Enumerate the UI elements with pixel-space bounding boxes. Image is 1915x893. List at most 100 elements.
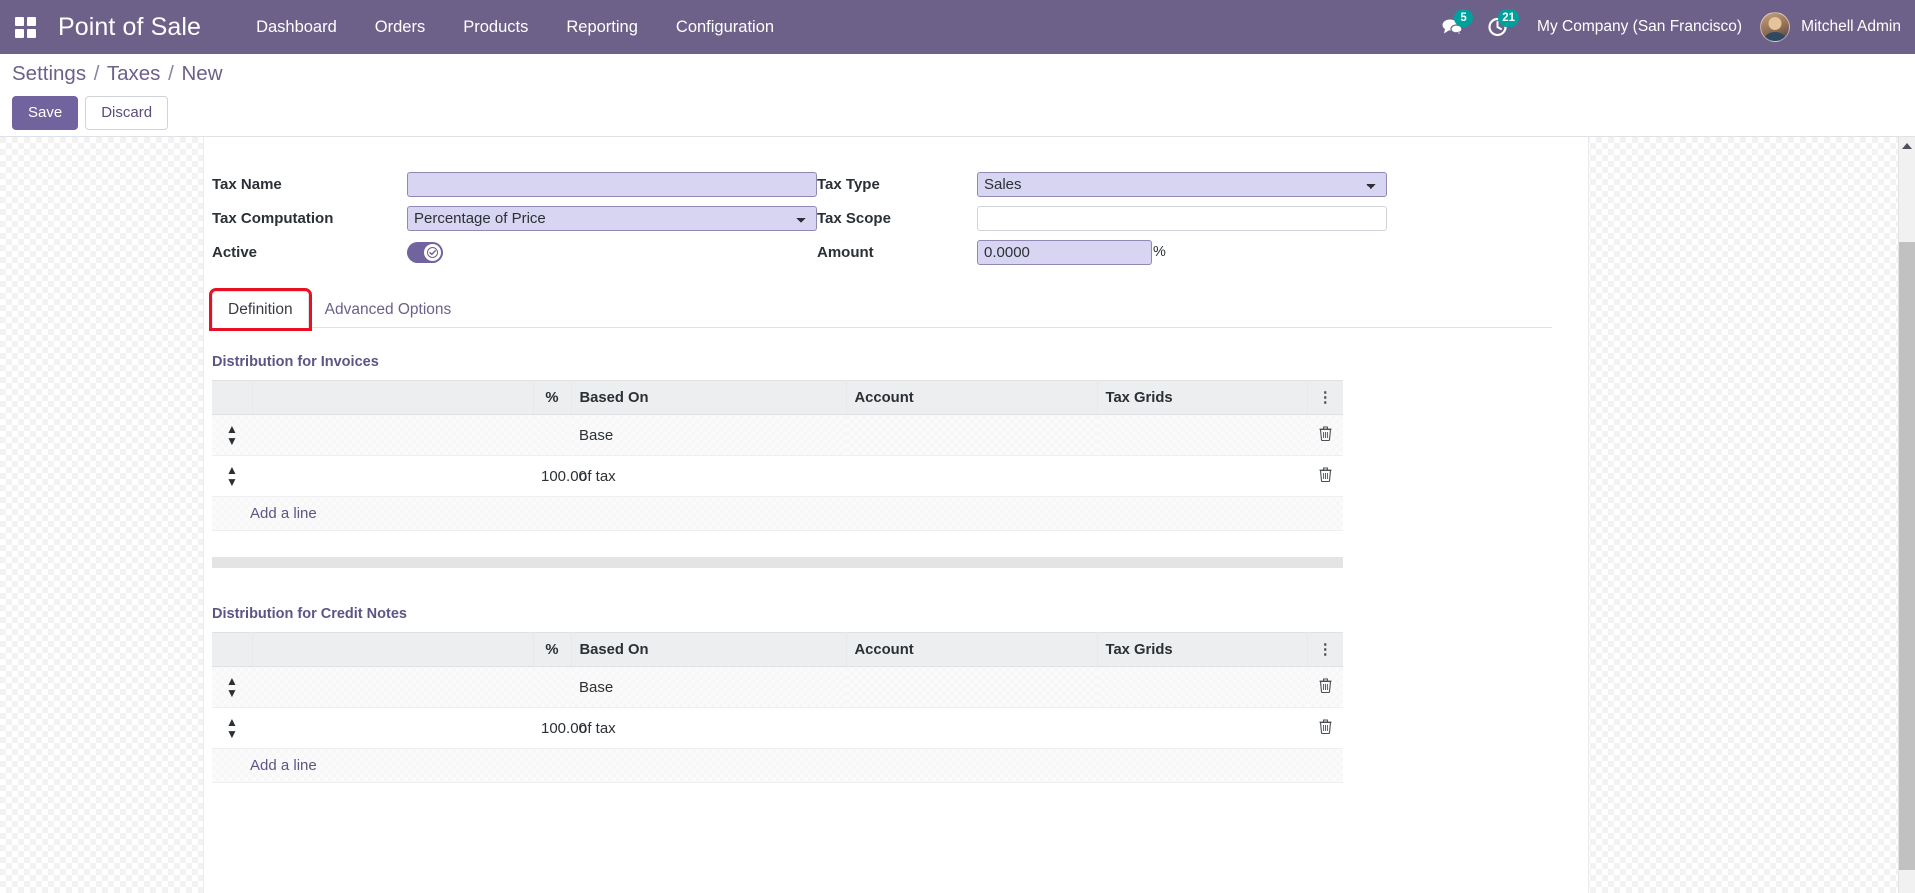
breadcrumb-item-taxes[interactable]: Taxes [107, 62, 161, 85]
table-row[interactable]: ▲ ▼ Base [212, 414, 1343, 456]
breadcrumb-item-new: New [181, 62, 223, 85]
table-row[interactable]: ▲ ▼ 100.00 of tax [212, 455, 1343, 497]
field-tax-scope [977, 201, 1387, 235]
cell-account[interactable] [846, 455, 1097, 497]
cell-blank [252, 707, 533, 749]
scroll-up-button[interactable] [1899, 137, 1915, 154]
field-tax-type: Sales [977, 167, 1387, 201]
tax-scope-select[interactable] [977, 205, 1387, 231]
activities-badge-count: 21 [1498, 9, 1520, 27]
col-tax-grids[interactable]: Tax Grids [1097, 632, 1308, 667]
breadcrumb-item-settings[interactable]: Settings [12, 62, 86, 85]
drag-handle-icon[interactable]: ▲ ▼ [212, 414, 252, 456]
nav-menu-products[interactable]: Products [444, 10, 547, 45]
cell-based-on[interactable]: of tax [571, 455, 846, 497]
active-toggle[interactable] [407, 241, 443, 263]
drag-handle-icon[interactable]: ▲ ▼ [212, 666, 252, 708]
label-tax-type: Tax Type [817, 175, 880, 193]
tab-definition[interactable]: Definition [209, 288, 312, 331]
col-percent[interactable]: % [533, 380, 572, 415]
cell-percent[interactable] [533, 666, 571, 708]
tax-computation-select[interactable]: Percentage of Price [407, 205, 817, 231]
credit-notes-section-title: Distribution for Credit Notes [212, 606, 407, 622]
discard-button[interactable]: Discard [85, 96, 169, 130]
notebook-tab-headers: Definition Advanced Options [209, 288, 1552, 331]
col-based-on[interactable]: Based On [571, 380, 847, 415]
messages-button[interactable]: 5 [1429, 7, 1475, 47]
company-switcher[interactable]: My Company (San Francisco) [1537, 18, 1742, 36]
cell-tax-grids[interactable] [1097, 455, 1307, 497]
tax-type-select[interactable]: Sales [977, 171, 1387, 197]
label-tax-scope: Tax Scope [817, 209, 891, 227]
drag-handle-icon[interactable]: ▲ ▼ [212, 455, 252, 497]
add-line-row[interactable]: Add a line [212, 496, 1343, 531]
cell-based-on[interactable]: Base [571, 414, 846, 456]
navbar-right-group: 5 21 My Company (San Francisco) Mitchell… [1429, 7, 1901, 47]
scrollbar-thumb[interactable] [1899, 242, 1915, 870]
drag-handle-icon[interactable]: ▲ ▼ [212, 707, 252, 749]
add-a-line-link[interactable]: Add a line [220, 505, 317, 522]
label-tax-name: Tax Name [212, 175, 282, 193]
page-vertical-scrollbar[interactable] [1898, 137, 1915, 893]
check-icon [424, 243, 441, 261]
label-active: Active [212, 243, 258, 261]
trash-icon [1319, 425, 1331, 441]
nav-menu-dashboard[interactable]: Dashboard [237, 10, 356, 45]
field-tax-name [407, 167, 817, 201]
delete-row-button[interactable] [1307, 414, 1343, 456]
table-header-row: % Based On Account Tax Grids ⋮ [212, 632, 1343, 667]
apps-grid-icon[interactable] [8, 10, 42, 44]
invoices-section-title: Distribution for Invoices [212, 354, 379, 370]
trash-icon [1319, 466, 1331, 482]
form-content-area: Tax Name Tax Type Sales Tax Computation … [0, 137, 1915, 893]
cell-account[interactable] [846, 414, 1097, 456]
invoices-distribution-table: % Based On Account Tax Grids ⋮ ▲ ▼ Base … [212, 380, 1343, 531]
activities-button[interactable]: 21 [1475, 7, 1521, 47]
delete-row-button[interactable] [1307, 707, 1343, 749]
nav-menu-orders[interactable]: Orders [356, 10, 444, 45]
save-button[interactable]: Save [12, 96, 79, 130]
tab-panel-definition: Distribution for Invoices % Based On Acc… [212, 328, 1552, 783]
breadcrumb-separator: / [93, 62, 100, 85]
col-blank [252, 380, 534, 415]
cell-tax-grids[interactable] [1097, 414, 1307, 456]
avatar[interactable] [1760, 12, 1791, 42]
app-brand-title[interactable]: Point of Sale [58, 13, 201, 42]
amount-input[interactable] [977, 239, 1152, 265]
kebab-menu-icon: ⋮ [1317, 388, 1333, 406]
table-row[interactable]: ▲ ▼ 100.00 of tax [212, 707, 1343, 749]
add-line-cell[interactable]: Add a line [212, 496, 1343, 531]
col-account[interactable]: Account [846, 380, 1098, 415]
table-row[interactable]: ▲ ▼ Base [212, 666, 1343, 708]
col-tax-grids[interactable]: Tax Grids [1097, 380, 1308, 415]
optional-columns-button[interactable]: ⋮ [1307, 632, 1343, 667]
nav-menu-reporting[interactable]: Reporting [547, 10, 657, 45]
breadcrumb-separator: / [168, 62, 174, 85]
delete-row-button[interactable] [1307, 666, 1343, 708]
user-menu-label[interactable]: Mitchell Admin [1801, 18, 1901, 36]
cell-based-on[interactable]: Base [571, 666, 846, 708]
cell-based-on[interactable]: of tax [571, 707, 846, 749]
cell-percent[interactable]: 100.00 [533, 707, 587, 749]
nav-menu-configuration[interactable]: Configuration [657, 10, 793, 45]
invoices-table-horizontal-scrollbar[interactable] [212, 557, 1343, 568]
optional-columns-button[interactable]: ⋮ [1307, 380, 1343, 415]
breadcrumb: Settings / Taxes / New [12, 62, 1915, 86]
add-a-line-link[interactable]: Add a line [220, 757, 317, 774]
col-based-on[interactable]: Based On [571, 632, 847, 667]
col-percent[interactable]: % [533, 632, 572, 667]
add-line-cell[interactable]: Add a line [212, 748, 1343, 783]
cell-percent[interactable] [533, 414, 571, 456]
cell-account[interactable] [846, 707, 1097, 749]
cell-percent[interactable]: 100.00 [533, 455, 587, 497]
add-line-row[interactable]: Add a line [212, 748, 1343, 783]
cell-account[interactable] [846, 666, 1097, 708]
tax-name-input[interactable] [407, 171, 817, 197]
messages-badge-count: 5 [1454, 9, 1474, 27]
col-account[interactable]: Account [846, 632, 1098, 667]
tab-advanced-options[interactable]: Advanced Options [309, 291, 468, 328]
field-tax-computation: Percentage of Price [407, 201, 817, 235]
delete-row-button[interactable] [1307, 455, 1343, 497]
cell-tax-grids[interactable] [1097, 707, 1307, 749]
cell-tax-grids[interactable] [1097, 666, 1307, 708]
